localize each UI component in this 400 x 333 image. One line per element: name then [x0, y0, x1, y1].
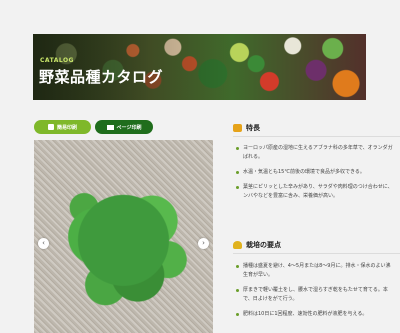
list-item-text: 水温・気温とも15℃前後の環境で良品が多収できる。	[243, 169, 365, 175]
features-heading-label: 特長	[246, 124, 260, 132]
page-print-label: ページ印刷	[116, 124, 142, 131]
list-item-text: で、日よけをがて行う。	[243, 296, 298, 302]
list-item-text: ばれる。	[243, 154, 264, 160]
bullet-icon	[236, 313, 239, 316]
page-print-button[interactable]: ページ印刷	[95, 120, 153, 134]
list-item-text: ンバやなどを豊富に含み、栄養価が高い。	[243, 193, 339, 199]
list-item: 厚まきで軽い覆土をし、腰水で湿らすぎ乾をもたせて育てる。本 で、日よけをがて行う…	[236, 286, 400, 304]
next-photo-button[interactable]: ›	[198, 238, 209, 249]
bullet-icon	[236, 147, 239, 150]
simple-print-button[interactable]: 簡易印刷	[34, 120, 91, 134]
list-item-text: 生育が早い。	[243, 272, 274, 278]
features-heading: 特長	[233, 123, 400, 137]
prev-photo-button[interactable]: ‹	[38, 238, 49, 249]
list-item: 水温・気温とも15℃前後の環境で良品が多収できる。	[236, 168, 400, 177]
simple-print-label: 簡易印刷	[56, 124, 77, 131]
bullet-icon	[236, 265, 239, 268]
chevron-right-icon: ›	[202, 239, 205, 247]
document-icon	[47, 124, 54, 130]
product-photo: ‹ ›	[34, 140, 213, 333]
list-item: 肥料は10日に1回程度、速効性の肥料が液肥を与える。	[236, 310, 400, 319]
list-item-text: ヨーロッパ原産の湿地に生えるアブラナ科の多年草で、オランダガ	[243, 145, 393, 151]
hero-tag: CATALOG	[40, 57, 74, 64]
cultivation-list: 播種は盛夏を避け、4〜5月または8〜9月に。排水・保水のよい沸 生育が早い。 厚…	[236, 262, 400, 325]
hero-banner: CATALOG 野菜品種カタログ	[33, 34, 366, 100]
list-item-text: 肥料は10日に1回程度、速効性の肥料が液肥を与える。	[243, 311, 368, 317]
cultivation-heading-label: 栽培の要点	[246, 241, 281, 249]
sprout-icon	[233, 241, 242, 249]
list-item: ヨーロッパ原産の湿地に生えるアブラナ科の多年草で、オランダガ ばれる。	[236, 144, 400, 162]
bullet-icon	[236, 186, 239, 189]
chevron-left-icon: ‹	[42, 239, 45, 247]
bullet-icon	[236, 171, 239, 174]
list-item-text: 葉茎にピリッとした辛みがあり、サラダや肉料理のつけ合わせに、	[243, 184, 393, 190]
list-item: 播種は盛夏を避け、4〜5月または8〜9月に。排水・保水のよい沸 生育が早い。	[236, 262, 400, 280]
thumbs-up-icon	[233, 124, 242, 132]
list-item-text: 播種は盛夏を避け、4〜5月または8〜9月に。排水・保水のよい沸	[243, 263, 391, 269]
page-title: 野菜品種カタログ	[39, 68, 164, 86]
printer-icon	[106, 124, 114, 130]
list-item-text: 厚まきで軽い覆土をし、腰水で湿らすぎ乾をもたせて育てる。本	[243, 287, 388, 293]
bullet-icon	[236, 289, 239, 292]
cultivation-heading: 栽培の要点	[233, 240, 400, 254]
list-item: 葉茎にピリッとした辛みがあり、サラダや肉料理のつけ合わせに、 ンバやなどを豊富に…	[236, 183, 400, 201]
features-list: ヨーロッパ原産の湿地に生えるアブラナ科の多年草で、オランダガ ばれる。 水温・気…	[236, 144, 400, 207]
